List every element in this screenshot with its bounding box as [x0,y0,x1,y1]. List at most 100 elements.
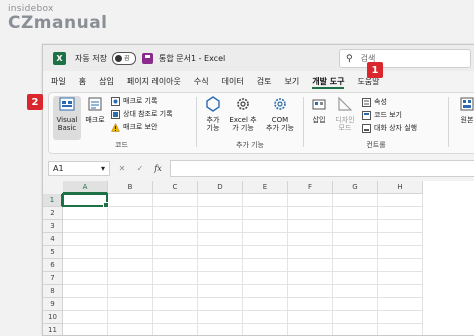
formula-input[interactable] [170,159,474,177]
grid-cell[interactable] [198,272,243,285]
row-header[interactable]: 4 [43,233,63,246]
grid-cell[interactable] [108,233,153,246]
grid-cell[interactable] [288,285,333,298]
row-header[interactable]: 3 [43,220,63,233]
grid-cell[interactable] [378,272,423,285]
grid-cell[interactable] [63,220,108,233]
grid-cell[interactable] [153,194,198,207]
grid-cell[interactable] [378,194,423,207]
column-header[interactable]: D [198,181,243,194]
grid-cell[interactable] [198,259,243,272]
record-macro-button[interactable]: 매크로 기록 [111,96,157,106]
grid-cell[interactable] [63,233,108,246]
grid-cell[interactable] [198,220,243,233]
grid-cell[interactable] [333,259,378,272]
tab-insert[interactable]: 삽입 [99,71,114,91]
grid-cell[interactable] [198,311,243,324]
insert-control-button[interactable]: 삽입 [308,96,330,124]
tab-view[interactable]: 보기 [284,71,299,91]
grid-cell[interactable] [333,233,378,246]
grid-cell[interactable] [333,194,378,207]
grid-cell[interactable] [288,220,333,233]
grid-cell[interactable] [378,246,423,259]
grid-cell[interactable] [108,285,153,298]
cancel-icon[interactable]: ✕ [116,164,128,173]
grid-cell[interactable] [108,194,153,207]
relative-reference-button[interactable]: 상대 참조로 기록 [111,109,173,119]
grid-cell[interactable] [243,285,288,298]
macro-security-button[interactable]: 매크로 보안 [111,122,157,132]
grid-cell[interactable] [243,298,288,311]
grid-cell[interactable] [288,298,333,311]
grid-cell[interactable] [153,207,198,220]
grid-cell[interactable] [378,220,423,233]
visual-basic-button[interactable]: Visual Basic [53,96,81,140]
column-header[interactable]: E [243,181,288,194]
row-header[interactable]: 11 [43,324,63,335]
grid-cell[interactable] [333,207,378,220]
row-header[interactable]: 8 [43,285,63,298]
select-all-corner[interactable] [43,181,64,195]
column-header[interactable]: C [153,181,198,194]
grid-cell[interactable] [333,220,378,233]
save-icon[interactable] [141,52,153,64]
grid-cell[interactable] [108,272,153,285]
row-header[interactable]: 1 [43,194,63,207]
grid-cell[interactable] [198,207,243,220]
macro-button[interactable]: 매크로 [83,96,107,124]
grid-cell[interactable] [108,298,153,311]
grid-cell[interactable] [153,311,198,324]
column-header[interactable]: B [108,181,153,194]
grid-cell[interactable] [63,311,108,324]
grid-cell[interactable] [333,324,378,335]
tab-review[interactable]: 검토 [257,71,272,91]
search-box[interactable]: ⚲ 검색 [339,49,471,68]
grid-cell[interactable] [333,311,378,324]
column-header[interactable]: H [378,181,423,194]
tab-page-layout[interactable]: 페이지 레이아웃 [127,71,181,91]
grid-cell[interactable] [63,285,108,298]
grid-cell[interactable] [378,233,423,246]
grid-cell[interactable] [153,298,198,311]
grid-cell[interactable] [198,246,243,259]
grid-cell[interactable] [288,272,333,285]
grid-cell[interactable] [288,324,333,335]
grid-cell[interactable] [108,246,153,259]
grid-cell[interactable] [153,324,198,335]
row-header[interactable]: 10 [43,311,63,324]
grid-cell[interactable] [153,220,198,233]
grid-cell[interactable] [63,298,108,311]
grid-cell[interactable] [288,194,333,207]
grid-cell[interactable] [153,285,198,298]
grid-cell[interactable] [243,220,288,233]
grid-cell[interactable] [243,207,288,220]
row-header[interactable]: 6 [43,259,63,272]
grid-cell[interactable] [333,272,378,285]
grid-cell[interactable] [288,233,333,246]
row-header[interactable]: 7 [43,272,63,285]
active-cell-a1[interactable] [62,193,109,208]
autosave-toggle[interactable]: 끔 [111,51,136,65]
grid-cell[interactable] [243,194,288,207]
grid-cell[interactable] [198,298,243,311]
grid-cell[interactable] [63,246,108,259]
grid-cell[interactable] [243,233,288,246]
grid-cell[interactable] [243,272,288,285]
grid-cell[interactable] [63,324,108,335]
grid-cell[interactable] [378,285,423,298]
excel-addins-button[interactable]: Excel 추 가 기능 [227,96,259,132]
grid-cell[interactable] [198,285,243,298]
grid-cell[interactable] [378,311,423,324]
com-addins-button[interactable]: COM 추가 기능 [261,96,299,132]
properties-button[interactable]: 속성 [362,97,387,107]
tab-data[interactable]: 데이터 [222,71,244,91]
grid-cell[interactable] [108,324,153,335]
grid-cell[interactable] [243,259,288,272]
tab-file[interactable]: 파일 [51,71,66,91]
run-dialog-button[interactable]: 대화 상자 실행 [362,123,417,133]
grid-cell[interactable] [153,259,198,272]
insert-function-icon[interactable]: fx [152,164,164,173]
grid-cell[interactable] [108,259,153,272]
grid-cell[interactable] [378,324,423,335]
grid-cell[interactable] [198,194,243,207]
